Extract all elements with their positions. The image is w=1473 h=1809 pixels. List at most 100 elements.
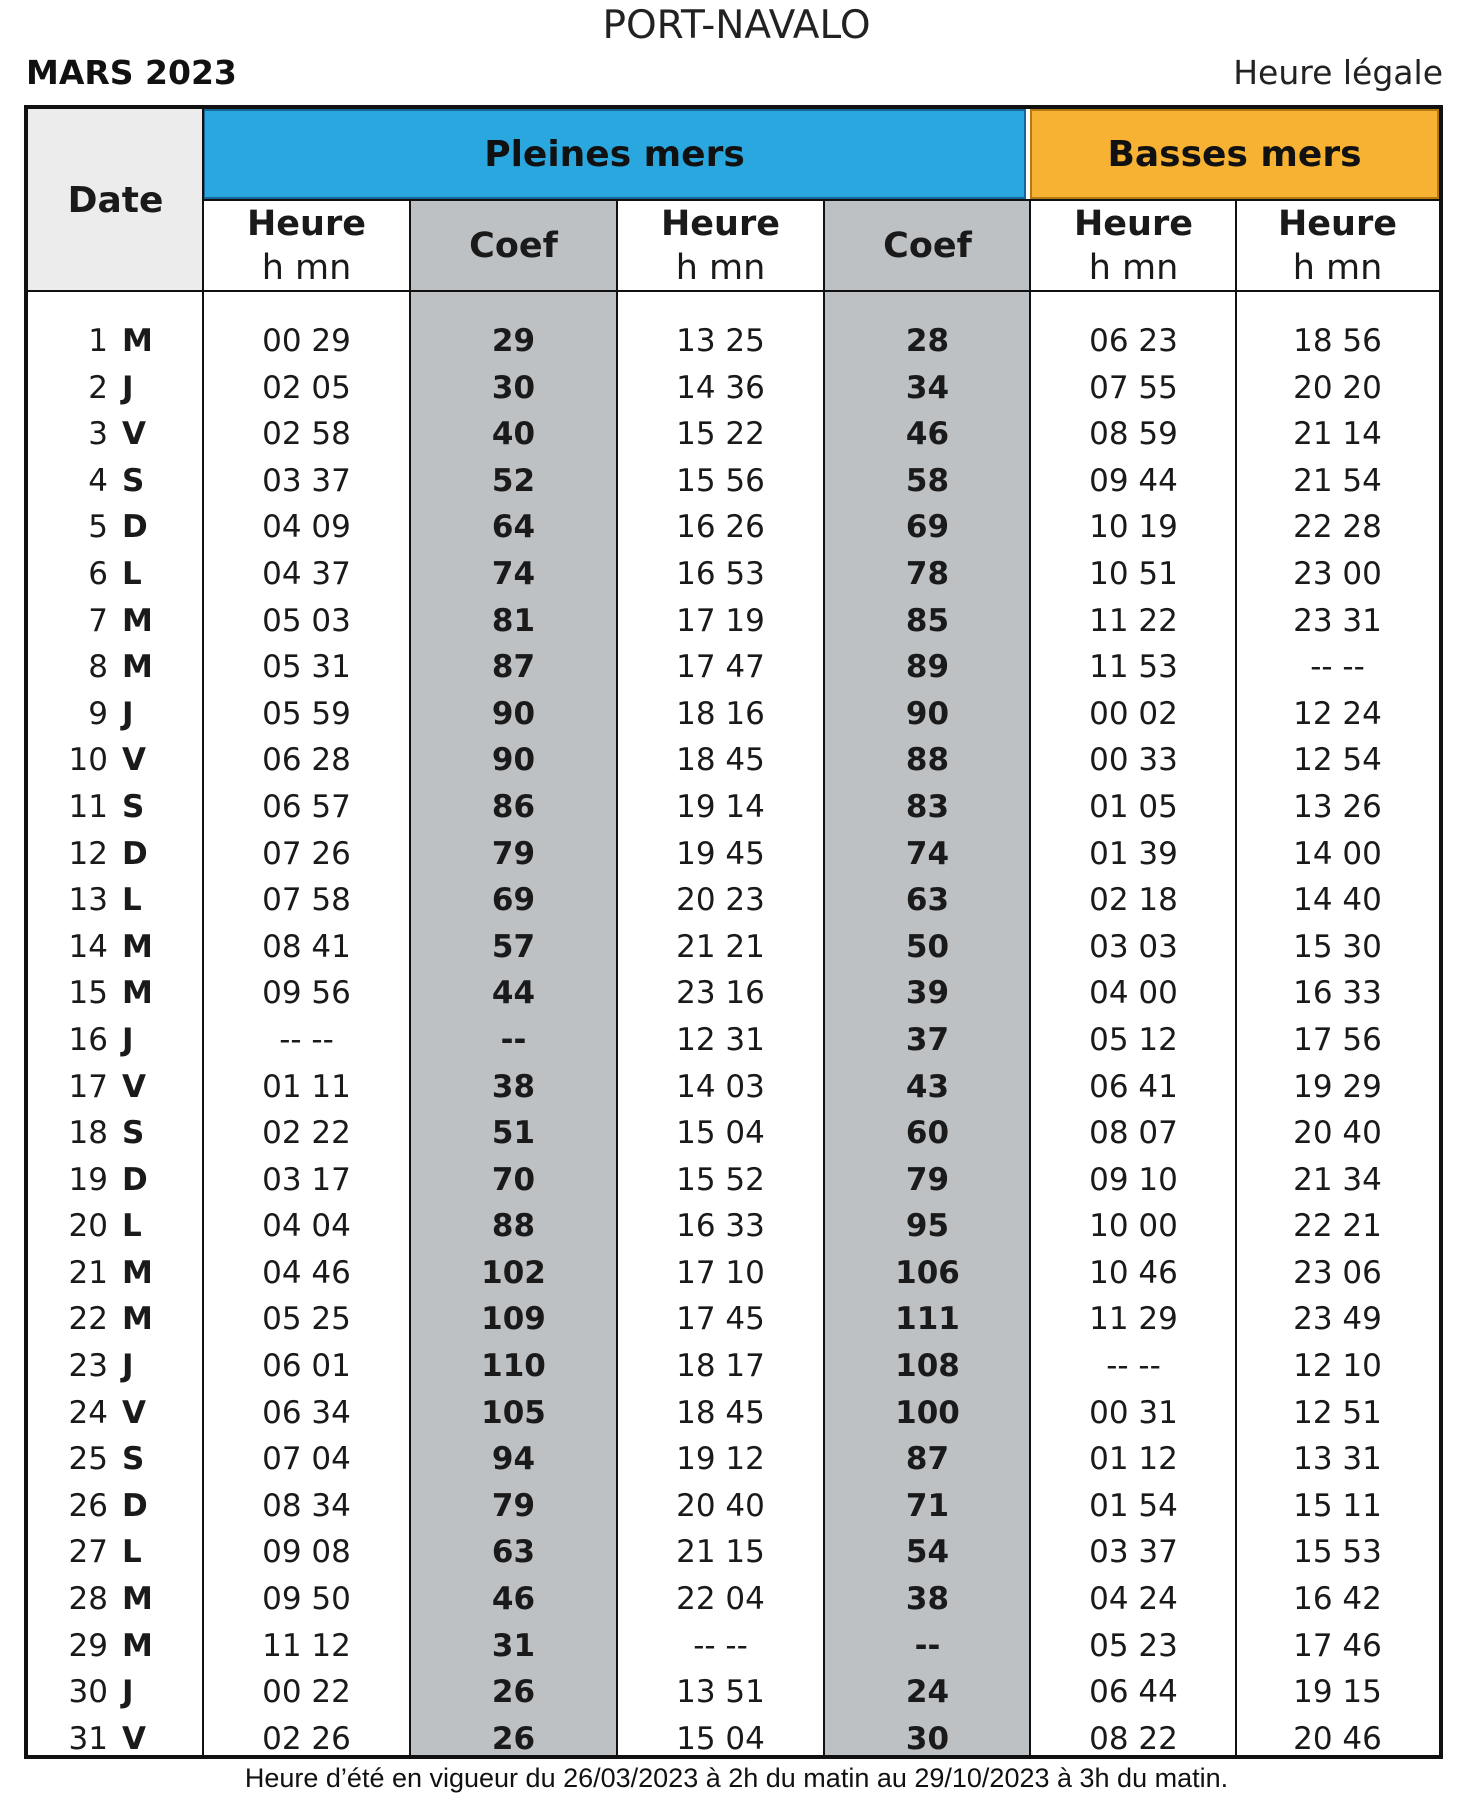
pleine-mer-1: 00 29 xyxy=(262,323,351,359)
pleine-mer-2: 19 45 xyxy=(676,835,765,872)
pm1-coef-header: Coef xyxy=(469,225,558,266)
coef-2: 37 xyxy=(905,1021,950,1058)
pleine-mer-2: 17 19 xyxy=(676,602,765,639)
table-row: 28 M 09 50 46 22 04 38 04 24 16 42 xyxy=(28,1576,1439,1623)
pleine-mer-2: 14 36 xyxy=(676,369,765,406)
basse-mer-1: 00 31 xyxy=(1089,1394,1178,1431)
weekday: M xyxy=(122,1301,153,1338)
pleine-mer-1: 03 17 xyxy=(262,1161,351,1198)
weekday: M xyxy=(122,975,153,1012)
coef-2: 108 xyxy=(895,1348,960,1385)
day-number: 15 xyxy=(68,975,108,1012)
coef-1: 74 xyxy=(491,555,536,592)
weekday: J xyxy=(122,1674,134,1711)
coef-2: 71 xyxy=(905,1487,950,1524)
day-number: 1 xyxy=(88,323,108,359)
basse-mer-1: 11 22 xyxy=(1089,602,1178,639)
pleine-mer-2: 17 47 xyxy=(676,649,765,686)
day-number: 11 xyxy=(68,788,108,825)
pleine-mer-2: 17 45 xyxy=(676,1301,765,1338)
date-header: Date xyxy=(28,109,203,292)
basse-mer-1: 08 59 xyxy=(1089,416,1178,453)
weekday: M xyxy=(122,649,153,686)
pleine-mer-1: 05 31 xyxy=(262,649,351,686)
pleine-mer-1: 09 08 xyxy=(262,1534,351,1571)
basse-mer-2: 18 56 xyxy=(1293,323,1382,359)
day-number: 8 xyxy=(88,649,108,686)
coef-2: 28 xyxy=(905,323,950,359)
table-row: 17 V 01 11 38 14 03 43 06 41 19 29 xyxy=(28,1064,1439,1111)
bm1-heure-header: Heure h mn xyxy=(1074,203,1193,288)
weekday: S xyxy=(122,1115,145,1152)
day-number: 17 xyxy=(68,1068,108,1105)
coef-1: 40 xyxy=(491,416,536,453)
pleine-mer-2: 20 23 xyxy=(676,882,765,919)
table-row: 6 L 04 37 74 16 53 78 10 51 23 00 xyxy=(28,551,1439,598)
table-row: 7 M 05 03 81 17 19 85 11 22 23 31 xyxy=(28,598,1439,645)
basse-mer-2: -- -- xyxy=(1310,649,1365,686)
coef-2: 78 xyxy=(905,555,950,592)
basse-mer-2: 16 42 xyxy=(1293,1581,1382,1618)
weekday: M xyxy=(122,1254,153,1291)
weekday: D xyxy=(122,835,148,872)
pleine-mer-1: 03 37 xyxy=(262,462,351,499)
basse-mer-1: 04 00 xyxy=(1089,975,1178,1012)
basse-mer-2: 13 26 xyxy=(1293,788,1382,825)
header-divider xyxy=(203,199,1439,201)
pleine-mer-1: 11 12 xyxy=(262,1627,351,1664)
day-number: 26 xyxy=(68,1487,108,1524)
coef-2: 74 xyxy=(905,835,950,872)
tide-table: Date Pleines mers Basses mers Heure h mn… xyxy=(24,105,1443,1759)
coef-2: 54 xyxy=(905,1534,950,1571)
pleine-mer-1: 02 58 xyxy=(262,416,351,453)
coef-1: 51 xyxy=(491,1115,536,1152)
day-number: 29 xyxy=(68,1627,108,1664)
coef-1: 26 xyxy=(491,1720,536,1757)
pleine-mer-2: 20 40 xyxy=(676,1487,765,1524)
basse-mer-2: 12 24 xyxy=(1293,695,1382,732)
coef-1: 64 xyxy=(491,509,536,546)
table-row: 26 D 08 34 79 20 40 71 01 54 15 11 xyxy=(28,1483,1439,1530)
day-number: 18 xyxy=(68,1115,108,1152)
basse-mer-2: 12 10 xyxy=(1293,1348,1382,1385)
coef-2: 79 xyxy=(905,1161,950,1198)
coef-2: 85 xyxy=(905,602,950,639)
day-number: 21 xyxy=(68,1254,108,1291)
basse-mer-2: 23 00 xyxy=(1293,555,1382,592)
weekday: D xyxy=(122,1161,148,1198)
weekday: M xyxy=(122,1627,153,1664)
coef-1: 29 xyxy=(491,323,536,359)
table-row: 2 J 02 05 30 14 36 34 07 55 20 20 xyxy=(28,365,1439,412)
coef-2: 58 xyxy=(905,462,950,499)
coef-2: 63 xyxy=(905,882,950,919)
coef-1: 86 xyxy=(491,788,536,825)
basse-mer-2: 19 15 xyxy=(1293,1674,1382,1711)
coef-1: 87 xyxy=(491,649,536,686)
weekday: D xyxy=(122,1487,148,1524)
table-row: 10 V 06 28 90 18 45 88 00 33 12 54 xyxy=(28,737,1439,784)
weekday: L xyxy=(122,555,142,592)
pleine-mer-2: 18 45 xyxy=(676,1394,765,1431)
pleine-mer-2: -- -- xyxy=(693,1627,748,1664)
basse-mer-1: 06 41 xyxy=(1089,1068,1178,1105)
month-label: MARS 2023 xyxy=(26,53,237,92)
table-row: 8 M 05 31 87 17 47 89 11 53 -- -- xyxy=(28,644,1439,691)
day-number: 19 xyxy=(68,1161,108,1198)
basse-mer-1: 02 18 xyxy=(1089,882,1178,919)
coef-2: 95 xyxy=(905,1208,950,1245)
pleine-mer-1: 07 58 xyxy=(262,882,351,919)
coef-1: 38 xyxy=(491,1068,536,1105)
pleine-mer-1: 07 26 xyxy=(262,835,351,872)
basse-mer-1: 01 54 xyxy=(1089,1487,1178,1524)
weekday: J xyxy=(122,1021,134,1058)
coef-2: 39 xyxy=(905,975,950,1012)
pleine-mer-2: 15 04 xyxy=(676,1720,765,1757)
pleine-mer-2: 18 16 xyxy=(676,695,765,732)
pleine-mer-2: 21 21 xyxy=(676,928,765,965)
coef-1: 81 xyxy=(491,602,536,639)
basse-mer-1: 10 19 xyxy=(1089,509,1178,546)
basse-mer-2: 12 51 xyxy=(1293,1394,1382,1431)
pm2-heure-header: Heure h mn xyxy=(661,203,780,288)
day-number: 3 xyxy=(88,416,108,453)
coef-2: 69 xyxy=(905,509,950,546)
